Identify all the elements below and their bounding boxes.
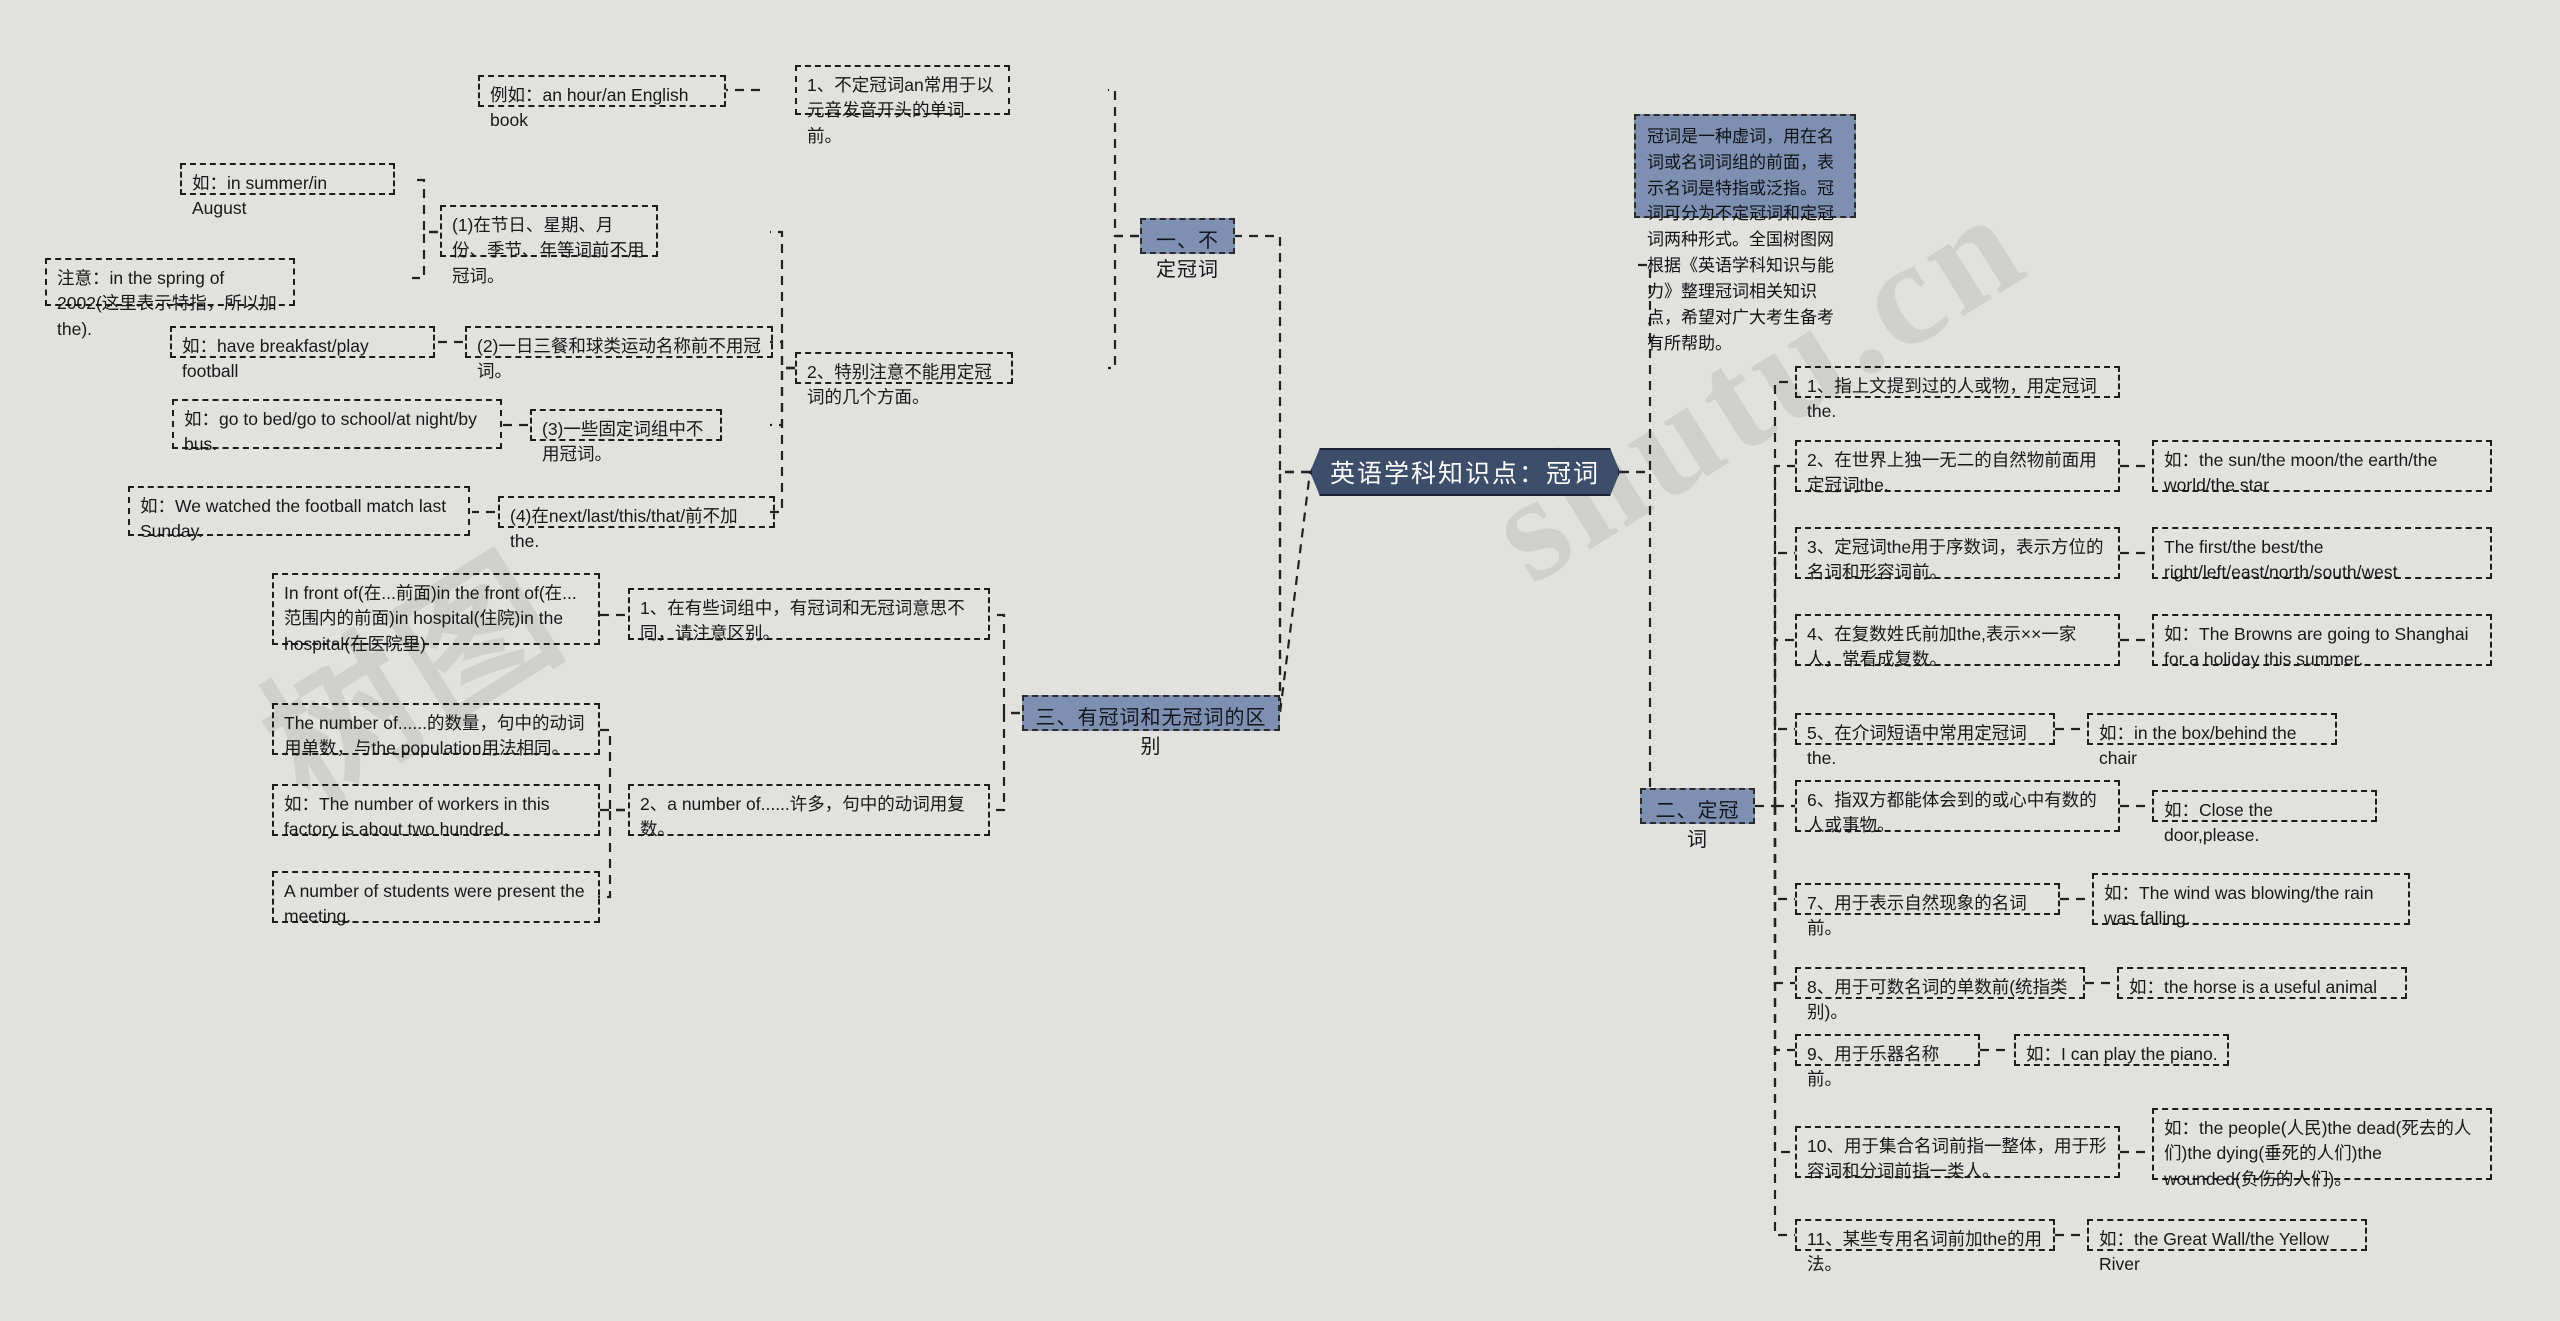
definite-rule-6-example[interactable]: 如：Close the door,please. [2152,790,2377,845]
difference-rule-1[interactable]: 1、在有些词组中，有冠词和无冠词意思不同，请注意区别。 [628,588,990,643]
root-node[interactable]: 英语学科知识点：冠词 [1310,448,1620,496]
indefinite-rule-2[interactable]: 2、特别注意不能用定冠词的几个方面。 [795,352,1013,407]
difference-rule-1-example[interactable]: In front of(在...前面)in the front of(在...范… [272,573,600,654]
definite-rule-5[interactable]: 5、在介词短语中常用定冠词the. [1795,713,2055,768]
definite-rule-1[interactable]: 1、指上文提到过的人或物，用定冠词the. [1795,366,2120,421]
definite-rule-7-example[interactable]: 如：The wind was blowing/the rain was fall… [2092,873,2410,928]
indefinite-rule-1[interactable]: 1、不定冠词an常用于以元音发音开头的单词前。 [795,65,1010,146]
definite-rule-2[interactable]: 2、在世界上独一无二的自然物前面用定冠词the. [1795,440,2120,495]
definite-rule-11-example[interactable]: 如：the Great Wall/the Yellow River [2087,1219,2367,1274]
indefinite-rule-2-sub-1-example-2[interactable]: 注意：in the spring of 2002(这里表示特指，所以加the). [45,258,295,339]
root-label: 英语学科知识点：冠词 [1329,460,1600,488]
indefinite-rule-2-sub-4[interactable]: (4)在next/last/this/that/前不加the. [498,496,775,551]
definite-rule-11[interactable]: 11、某些专用名词前加the的用法。 [1795,1219,2055,1274]
branch-indefinite-article[interactable]: 一、不定冠词 [1140,218,1235,281]
indefinite-rule-2-sub-4-example[interactable]: 如：We watched the football match last Sun… [128,486,470,541]
definite-rule-9-example[interactable]: 如：I can play the piano. [2014,1034,2229,1066]
definite-rule-6[interactable]: 6、指双方都能体会到的或心中有数的人或事物。 [1795,780,2120,835]
difference-rule-2-example-2[interactable]: 如：The number of workers in this factory … [272,784,600,839]
definite-rule-4[interactable]: 4、在复数姓氏前加the,表示××一家人，常看成复数。 [1795,614,2120,669]
indefinite-rule-2-sub-3[interactable]: (3)一些固定词组中不用冠词。 [530,409,722,464]
definite-rule-10[interactable]: 10、用于集合名词前指一整体，用于形容词和分词前指一类人。 [1795,1126,2120,1181]
definite-rule-7[interactable]: 7、用于表示自然现象的名词前。 [1795,883,2060,938]
indefinite-rule-2-sub-1[interactable]: (1)在节日、星期、月份、季节、年等词前不用冠词。 [440,205,658,286]
difference-rule-2-example-1[interactable]: The number of......的数量，句中的动词用单数，与the pop… [272,703,600,758]
branch-article-difference[interactable]: 三、有冠词和无冠词的区别 [1022,695,1280,758]
indefinite-rule-1-example[interactable]: 例如：an hour/an English book [478,75,726,130]
info-box[interactable]: 冠词是一种虚词，用在名词或名词词组的前面，表示名词是特指或泛指。冠词可分为不定冠… [1634,114,1856,353]
definite-rule-10-example[interactable]: 如：the people(人民)the dead(死去的人们)the dying… [2152,1108,2492,1189]
difference-rule-2[interactable]: 2、a number of......许多，句中的动词用复数。 [628,784,990,839]
definite-rule-8-example[interactable]: 如：the horse is a useful animal [2117,967,2407,999]
definite-rule-8[interactable]: 8、用于可数名词的单数前(统指类别)。 [1795,967,2085,1022]
definite-rule-9[interactable]: 9、用于乐器名称前。 [1795,1034,1980,1089]
definite-rule-4-example[interactable]: 如：The Browns are going to Shanghai for a… [2152,614,2492,669]
branch-definite-article[interactable]: 二、定冠词 [1640,788,1755,851]
indefinite-rule-2-sub-3-example[interactable]: 如：go to bed/go to school/at night/by bus… [172,399,502,454]
definite-rule-3-example[interactable]: The first/the best/the right/left/east/n… [2152,527,2492,582]
indefinite-rule-2-sub-1-example-1[interactable]: 如：in summer/in August [180,163,395,218]
definite-rule-3[interactable]: 3、定冠词the用于序数词，表示方位的名词和形容词前。 [1795,527,2120,582]
definite-rule-2-example[interactable]: 如：the sun/the moon/the earth/the world/t… [2152,440,2492,495]
indefinite-rule-2-sub-2[interactable]: (2)一日三餐和球类运动名称前不用冠词。 [465,326,773,381]
indefinite-rule-2-sub-2-example[interactable]: 如：have breakfast/play football [170,326,435,381]
definite-rule-5-example[interactable]: 如：in the box/behind the chair [2087,713,2337,768]
difference-rule-2-example-3[interactable]: A number of students were present the me… [272,871,600,926]
